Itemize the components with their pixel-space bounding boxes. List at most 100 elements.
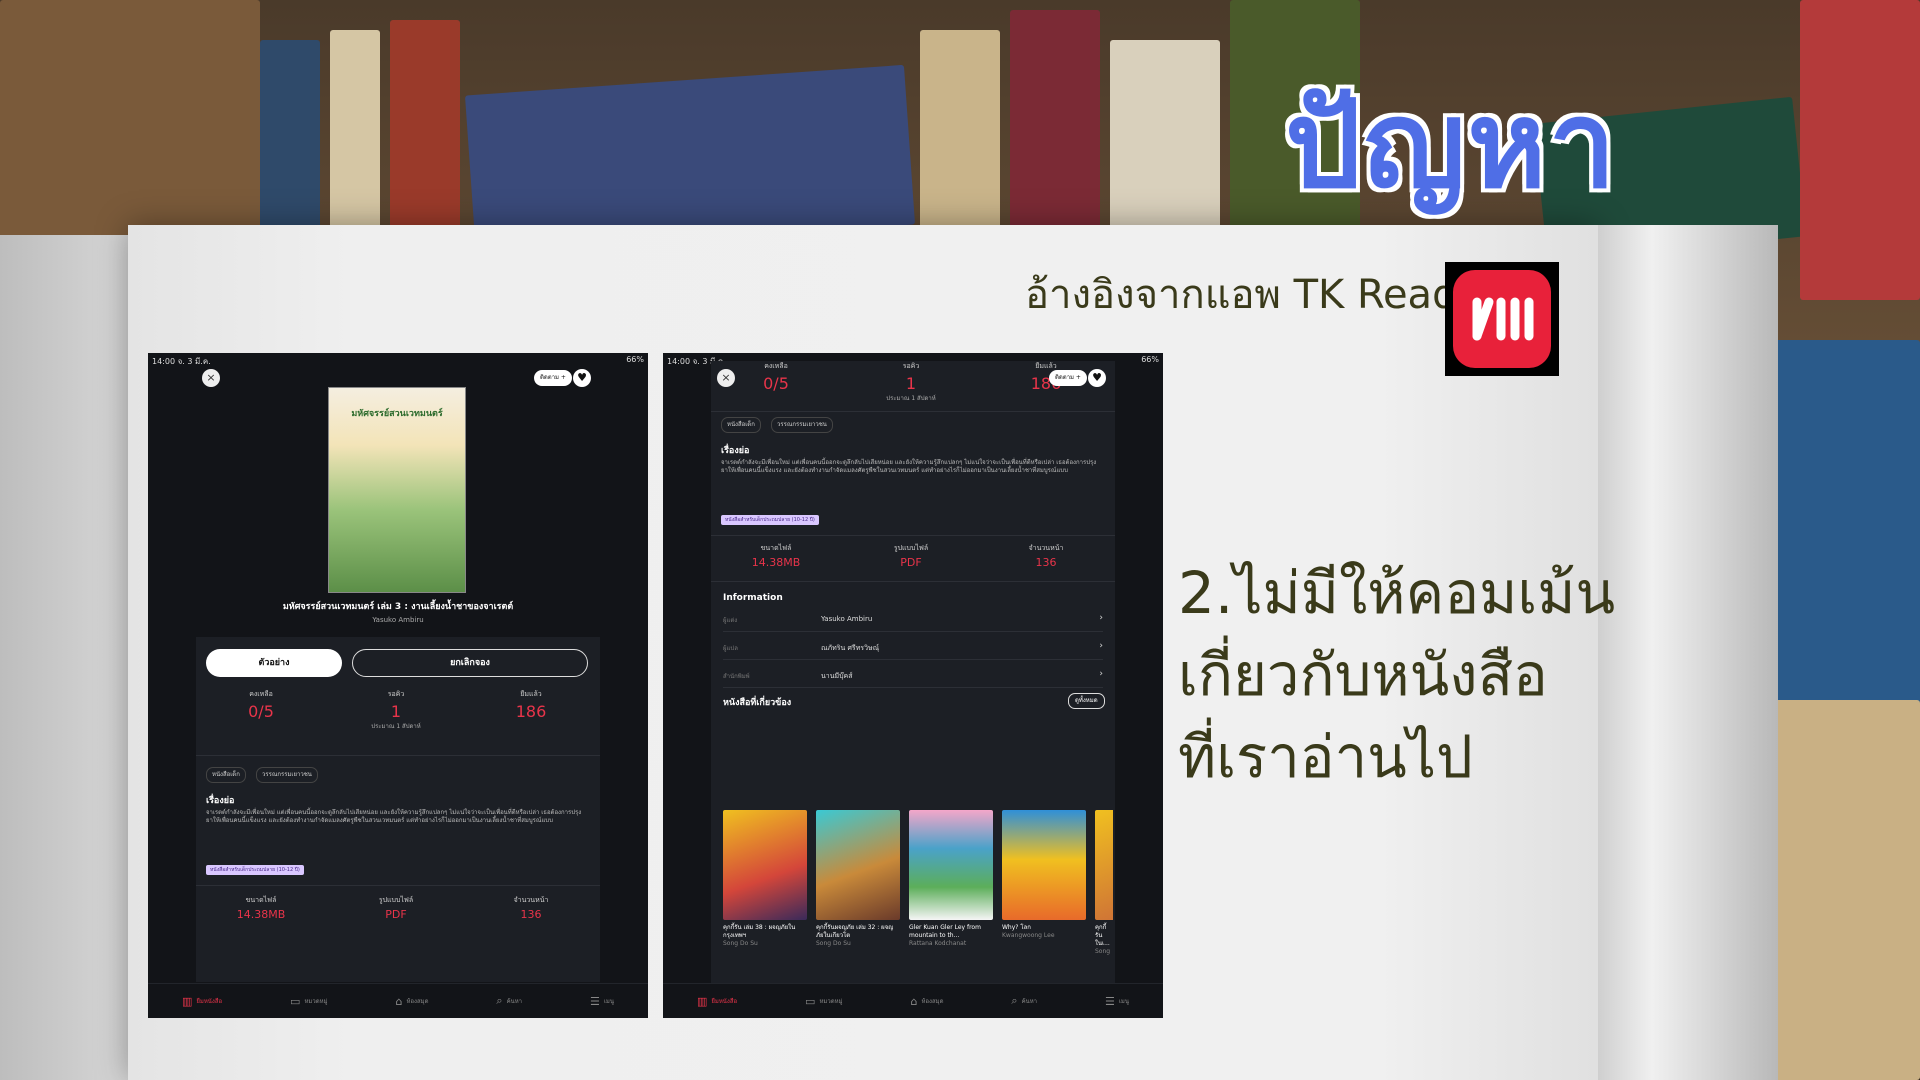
- age-tag: หนังสือสำหรับเด็กประถมปลาย (10-12 ปี): [721, 515, 819, 525]
- cover-title: มหัศจรรย์สวนเวทมนตร์: [351, 409, 443, 419]
- slide-title: ปัญหา: [1285, 76, 1618, 215]
- point-line: เกี่ยวกับหนังสือ: [1178, 641, 1548, 709]
- divider: [711, 581, 1115, 582]
- file-size: ขนาดไฟล์ 14.38MB: [721, 543, 831, 569]
- page-count: จำนวนหน้า 136: [476, 895, 586, 921]
- info-row-publisher[interactable]: สำนักพิมพ์ นานมีบุ๊คส์ ›: [723, 665, 1103, 688]
- cancel-reservation-button[interactable]: ยกเลิกจอง: [352, 649, 588, 677]
- chevron-right-icon: ›: [1099, 669, 1103, 679]
- file-format: รูปแบบไฟล์ PDF: [856, 543, 966, 569]
- tab-label: ยืมหนังสือ: [711, 998, 738, 1005]
- related-book[interactable]: Gler Kuan Gler Ley from mountain to th..…: [909, 810, 993, 947]
- point-text: 2.ไม่มีให้คอมเม้น เกี่ยวกับหนังสือ ที่เร…: [1178, 552, 1615, 798]
- menu-icon: ☰: [1104, 994, 1115, 1008]
- tab-search[interactable]: ⌕ ค้นหา: [1011, 994, 1037, 1008]
- stat-label: จำนวนหน้า: [1028, 544, 1064, 552]
- related-book-author: Song Do Su: [723, 940, 758, 947]
- chevron-right-icon: ›: [1099, 613, 1103, 623]
- info-row-translator[interactable]: ผู้แปล ณภัทริน ศรีทรวิษณุ์ ›: [723, 637, 1103, 660]
- related-book-cover: [816, 810, 900, 920]
- folder-icon: ▭: [290, 994, 301, 1008]
- stat-label: รูปแบบไฟล์: [893, 544, 929, 552]
- related-book-author: Song: [1095, 948, 1111, 955]
- tab-label: ค้นหา: [1021, 998, 1038, 1005]
- tab-menu[interactable]: ☰ เมนู: [590, 995, 614, 1008]
- tab-menu[interactable]: ☰ เมนู: [1105, 995, 1129, 1008]
- story-text: จาเรตต์กำลังจะมีเพื่อนใหม่ แต่เพื่อนคนนี…: [721, 459, 1097, 474]
- tab-categories[interactable]: ▭ หมวดหมู่: [290, 995, 328, 1008]
- tab-search[interactable]: ⌕ ค้นหา: [496, 994, 522, 1008]
- tab-label: หมวดหมู่: [304, 998, 328, 1005]
- stat-label: จำนวนหน้า: [513, 896, 549, 904]
- sample-button[interactable]: ตัวอย่าง: [206, 649, 342, 677]
- point-line: 2.ไม่มีให้คอมเม้น: [1178, 559, 1616, 627]
- stat-label: ยืมแล้ว: [1035, 362, 1057, 370]
- book-icon: ▥: [181, 994, 193, 1008]
- information-heading: Information: [723, 593, 783, 603]
- close-icon[interactable]: ×: [717, 369, 735, 387]
- info-key: ผู้แปล: [723, 645, 738, 652]
- stat-borrowed: ยืมแล้ว 186: [476, 689, 586, 721]
- tab-bar: ▥ ยืมหนังสือ ▭ หมวดหมู่ ⌂ ห้องสมุด ⌕ ค้นหา ☰…: [148, 983, 648, 1018]
- tab-library[interactable]: ⌂ ห้องสมุด: [910, 995, 943, 1008]
- stat-sub: ประมาณ 1 สัปดาห์: [371, 723, 421, 730]
- stat-label: คงเหลือ: [764, 362, 788, 370]
- file-format: รูปแบบไฟล์ PDF: [341, 895, 451, 921]
- tab-label: ห้องสมุด: [921, 998, 944, 1005]
- tab-library[interactable]: ⌂ ห้องสมุด: [395, 995, 428, 1008]
- age-tag: หนังสือสำหรับเด็กประถมปลาย (10-12 ปี): [206, 865, 304, 875]
- related-book-title: คุกกี้รัน ในเ...: [1095, 924, 1110, 947]
- stat-value: 186: [515, 702, 547, 721]
- related-book[interactable]: คุกกี้รัน เล่ม 38 : ผจญภัยในกรุงเทพฯ Son…: [723, 810, 807, 947]
- tab-borrow[interactable]: ▥ ยืมหนังสือ: [182, 995, 222, 1008]
- category-chip[interactable]: หนังสือเด็ก: [721, 417, 761, 433]
- app-screenshot-book-detail: 14:00 จ. 3 มี.ค. 66% × ติดตาม + ♥ มหัศจร…: [148, 353, 648, 1018]
- book-cover: มหัศจรรย์สวนเวทมนตร์: [328, 387, 466, 593]
- tab-label: เมนู: [1118, 998, 1129, 1005]
- book-page-left: [0, 235, 135, 1080]
- stat-value: 136: [520, 908, 542, 921]
- divider: [196, 755, 600, 756]
- book-info-card: ตัวอย่าง ยกเลิกจอง คงเหลือ 0/5 รอคิว 1 ป…: [196, 637, 600, 982]
- story-heading: เรื่องย่อ: [206, 796, 235, 806]
- follow-button[interactable]: ติดตาม +: [1049, 370, 1087, 386]
- stat-value: 1: [390, 702, 402, 721]
- story-heading: เรื่องย่อ: [721, 446, 750, 456]
- reference-text: อ้างอิงจากแอพ TK Read: [1025, 272, 1458, 318]
- battery-level: 66%: [1141, 355, 1159, 364]
- app-screenshot-book-detail-scrolled: 14:00 จ. 3 มี.ค. 66% คงเหลือ 0/5 รอคิว 1…: [663, 353, 1163, 1018]
- tab-label: หมวดหมู่: [819, 998, 843, 1005]
- home-icon: ⌂: [910, 994, 918, 1008]
- related-book-title: Why? โลก: [1002, 924, 1031, 931]
- category-chip[interactable]: หนังสือเด็ก: [206, 767, 246, 783]
- tab-label: เมนู: [603, 998, 614, 1005]
- point-line: ที่เราอ่านไป: [1178, 723, 1473, 791]
- category-chip[interactable]: วรรณกรรมเยาวชน: [771, 417, 833, 433]
- book-title: มหัศจรรย์สวนเวทมนตร์ เล่ม 3 : งานเลี้ยงน…: [282, 602, 514, 612]
- tab-borrow[interactable]: ▥ ยืมหนังสือ: [697, 995, 737, 1008]
- stat-label: คงเหลือ: [249, 690, 273, 698]
- related-book-author: Song Do Su: [816, 940, 851, 947]
- close-icon[interactable]: ×: [202, 369, 220, 387]
- related-book[interactable]: Why? โลก Kwangwoong Lee: [1002, 810, 1086, 939]
- info-value: Yasuko Ambiru: [821, 615, 873, 623]
- book-icon: ▥: [696, 994, 708, 1008]
- heart-icon[interactable]: ♥: [1088, 369, 1106, 387]
- info-key: สำนักพิมพ์: [723, 673, 750, 680]
- tab-categories[interactable]: ▭ หมวดหมู่: [805, 995, 843, 1008]
- related-book[interactable]: คุกกี้รันผจญภัย เล่ม 32 : ผจญภัยในเกียวโ…: [816, 810, 900, 947]
- follow-button[interactable]: ติดตาม +: [534, 370, 572, 386]
- info-value: ณภัทริน ศรีทรวิษณุ์: [821, 644, 880, 652]
- category-chip[interactable]: วรรณกรรมเยาวชน: [256, 767, 318, 783]
- info-value: นานมีบุ๊คส์: [821, 672, 853, 680]
- info-row-author[interactable]: ผู้แต่ง Yasuko Ambiru ›: [723, 609, 1103, 632]
- related-book-cover: [1002, 810, 1086, 920]
- divider: [711, 535, 1115, 536]
- info-key: ผู้แต่ง: [723, 617, 738, 624]
- file-size: ขนาดไฟล์ 14.38MB: [206, 895, 316, 921]
- see-all-button[interactable]: ดูทั้งหมด: [1068, 693, 1105, 709]
- heart-icon[interactable]: ♥: [573, 369, 591, 387]
- related-book[interactable]: คุกกี้รัน ในเ... Song: [1095, 810, 1113, 955]
- home-icon: ⌂: [395, 994, 403, 1008]
- stat-queue: รอคิว 1 ประมาณ 1 สัปดาห์: [856, 361, 966, 403]
